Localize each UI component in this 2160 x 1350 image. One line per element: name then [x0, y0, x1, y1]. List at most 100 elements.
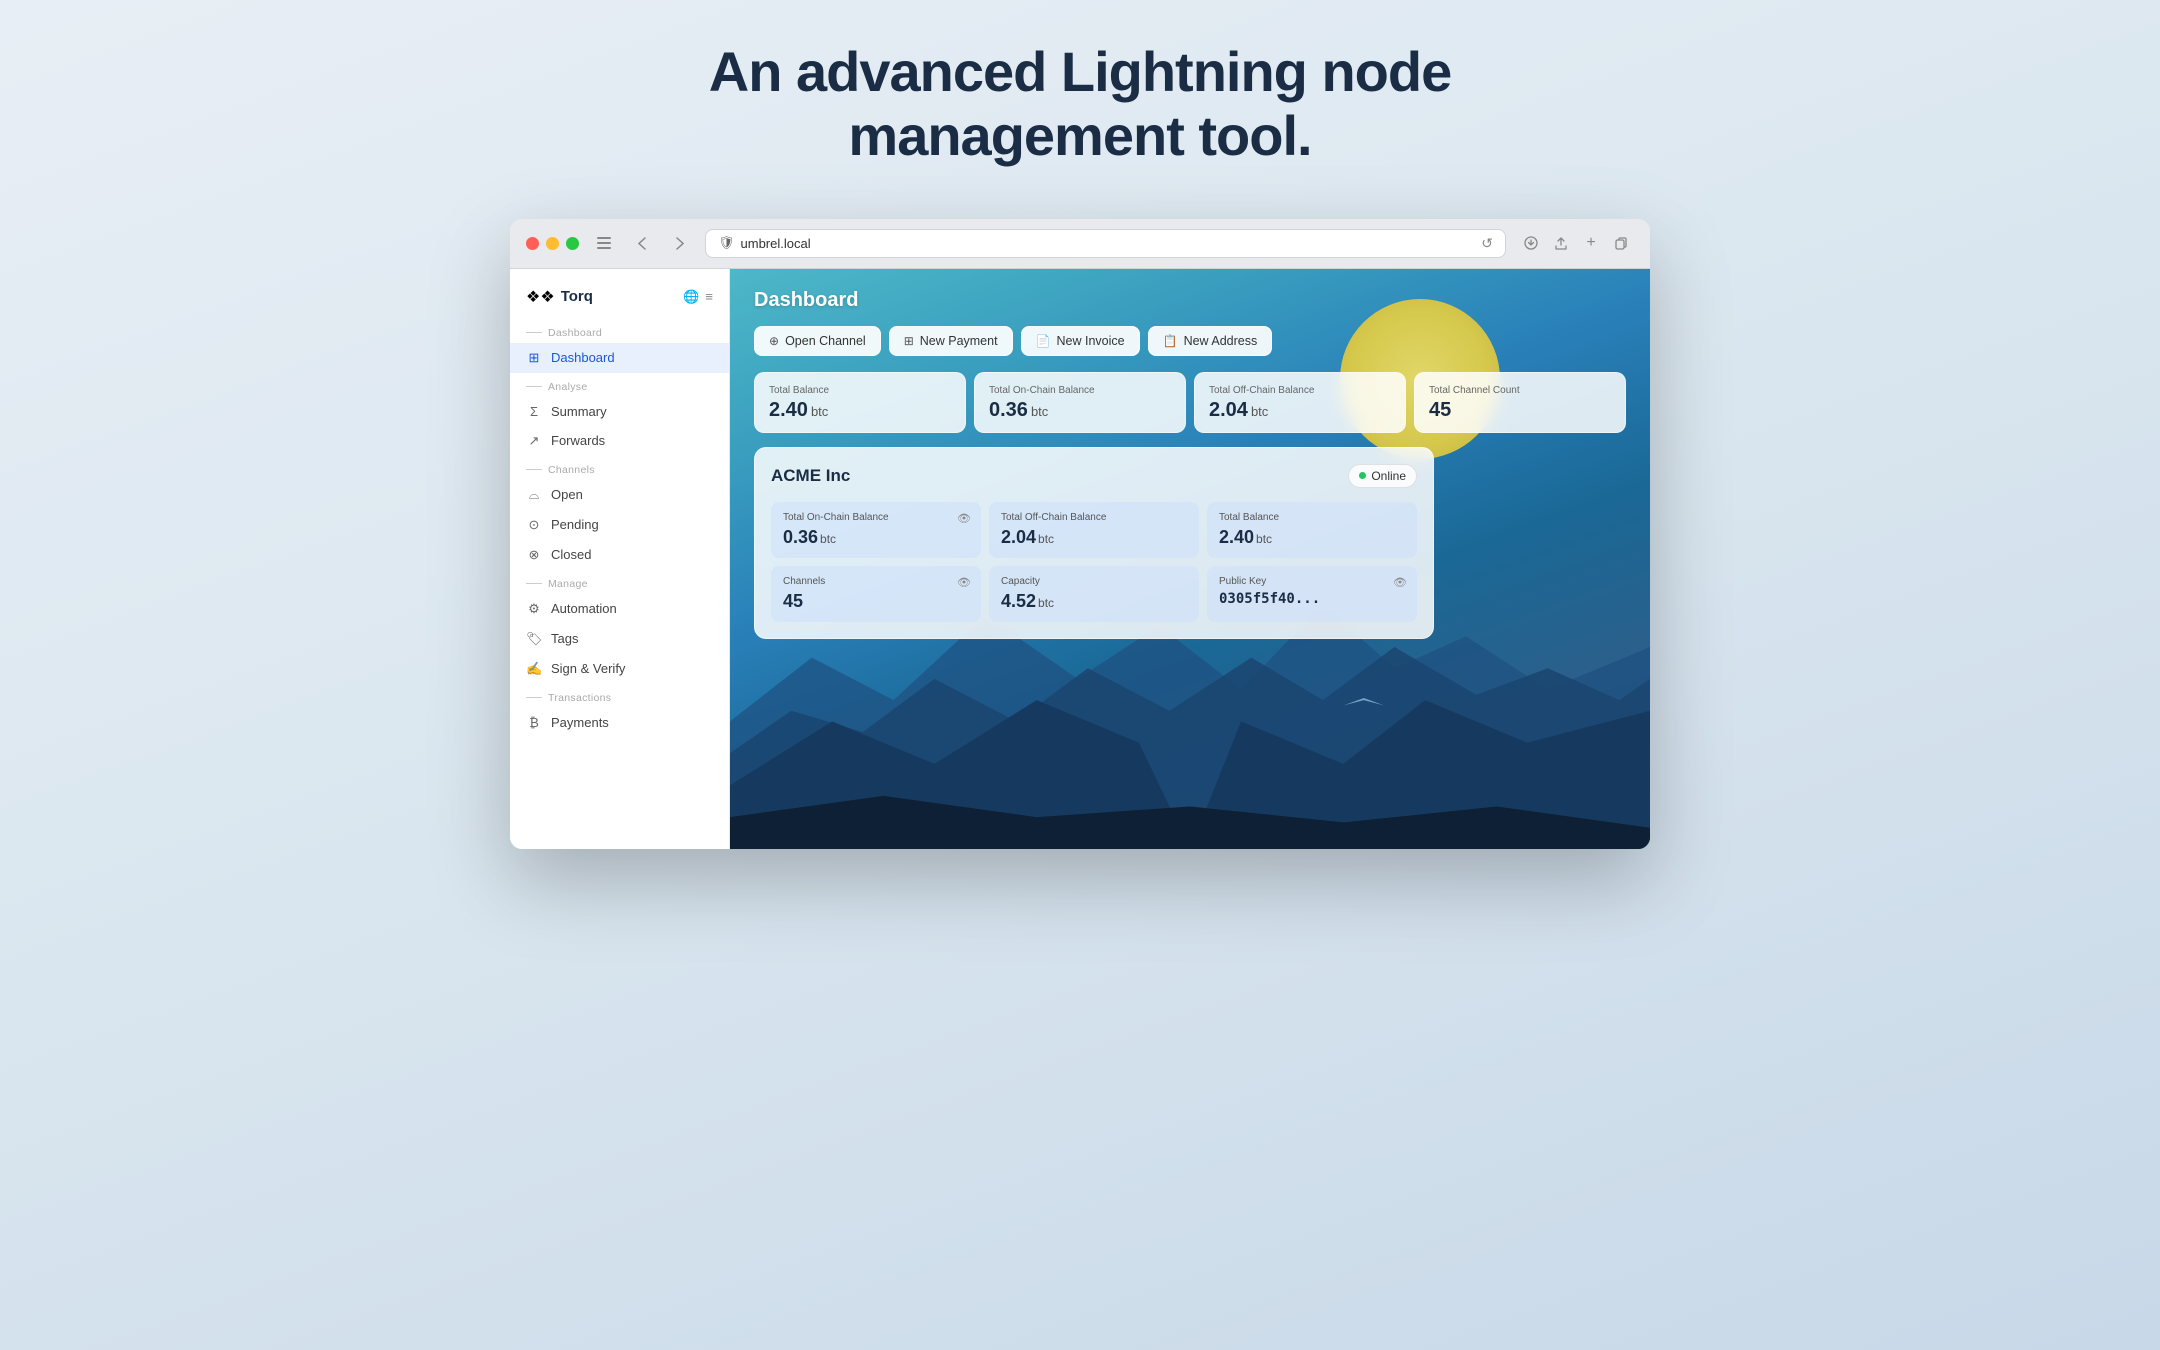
sidebar-item-closed[interactable]: ⊗ Closed	[510, 540, 729, 570]
node-name: ACME Inc	[771, 466, 850, 486]
new-address-btn-icon: 📋	[1163, 334, 1178, 348]
online-dot	[1359, 472, 1366, 479]
traffic-light-red[interactable]	[526, 237, 539, 250]
node-channels-label: Channels	[783, 576, 969, 587]
node-on-chain-label: Total On-Chain Balance	[783, 512, 969, 523]
node-channels-value: 45	[783, 591, 969, 612]
sidebar: ❖❖ Torq 🌐 ≡ Dashboard ⊞ Dashboard Analys…	[510, 269, 730, 849]
app-layout: ❖❖ Torq 🌐 ≡ Dashboard ⊞ Dashboard Analys…	[510, 269, 1650, 849]
menu-icon[interactable]: ≡	[705, 289, 713, 304]
automation-icon: ⚙	[526, 601, 542, 617]
hero-title: An advanced Lightning node management to…	[709, 40, 1451, 169]
traffic-light-yellow[interactable]	[546, 237, 559, 250]
sidebar-item-tags[interactable]: 🏷 Tags	[510, 624, 729, 654]
on-chain-balance-value: 0.36btc	[989, 400, 1171, 420]
node-capacity-card: Capacity 4.52btc	[989, 566, 1199, 622]
browser-right-icons: +	[1518, 230, 1634, 256]
node-balance-value: 2.40btc	[1219, 527, 1405, 548]
section-dashboard: Dashboard	[510, 319, 729, 343]
on-chain-eye-icon[interactable]: 👁	[957, 512, 971, 525]
back-btn[interactable]	[629, 230, 655, 256]
node-on-chain-card: Total On-Chain Balance 0.36btc 👁	[771, 502, 981, 558]
node-capacity-value: 4.52btc	[1001, 591, 1187, 612]
closed-icon: ⊗	[526, 547, 542, 563]
node-off-chain-value: 2.04btc	[1001, 527, 1187, 548]
summary-icon: Σ	[526, 404, 542, 419]
node-public-key-label: Public Key	[1219, 576, 1405, 587]
off-chain-balance-card: Total Off-Chain Balance 2.04btc	[1194, 372, 1406, 433]
sidebar-item-sign-verify[interactable]: ✍ Sign & Verify	[510, 654, 729, 684]
action-buttons: ⊕ Open Channel ⊞ New Payment 📄 New Invoi…	[754, 326, 1626, 356]
stats-row: Total Balance 2.40btc Total On-Chain Bal…	[754, 372, 1626, 433]
node-public-key-card: Public Key 0305f5f40... 👁	[1207, 566, 1417, 622]
forwards-icon: ↗	[526, 433, 542, 449]
total-balance-value: 2.40btc	[769, 400, 951, 420]
on-chain-balance-label: Total On-Chain Balance	[989, 385, 1171, 396]
pending-icon: ⊙	[526, 517, 542, 533]
channel-count-card: Total Channel Count 45	[1414, 372, 1626, 433]
payments-icon: ₿	[526, 715, 542, 730]
section-channels: Channels	[510, 456, 729, 480]
share-btn[interactable]	[1548, 230, 1574, 256]
total-balance-card: Total Balance 2.40btc	[754, 372, 966, 433]
reload-icon[interactable]: ↺	[1481, 235, 1493, 252]
new-invoice-btn-icon: 📄	[1036, 334, 1051, 348]
dashboard-panel: Dashboard ⊕ Open Channel ⊞ New Payment 📄…	[730, 269, 1650, 849]
dashboard-title: Dashboard	[754, 289, 1626, 312]
online-status: Online	[1371, 469, 1406, 483]
new-invoice-button[interactable]: 📄 New Invoice	[1021, 326, 1140, 356]
copy-btn[interactable]	[1608, 230, 1634, 256]
section-analyse: Analyse	[510, 373, 729, 397]
new-payment-btn-icon: ⊞	[904, 334, 914, 348]
traffic-lights	[526, 237, 579, 250]
forward-btn[interactable]	[667, 230, 693, 256]
address-bar[interactable]: 🛡 umbrel.local ↺	[705, 229, 1506, 258]
public-key-eye-icon[interactable]: 👁	[1393, 576, 1407, 589]
open-channel-button[interactable]: ⊕ Open Channel	[754, 326, 881, 356]
channel-count-label: Total Channel Count	[1429, 385, 1611, 396]
sidebar-item-summary[interactable]: Σ Summary	[510, 397, 729, 426]
open-channel-btn-icon: ⊕	[769, 334, 779, 348]
online-badge: Online	[1348, 464, 1417, 488]
new-address-button[interactable]: 📋 New Address	[1148, 326, 1273, 356]
new-tab-btn[interactable]: +	[1578, 230, 1604, 256]
node-balance-label: Total Balance	[1219, 512, 1405, 523]
node-capacity-label: Capacity	[1001, 576, 1187, 587]
channels-eye-icon[interactable]: 👁	[957, 576, 971, 589]
off-chain-balance-value: 2.04btc	[1209, 400, 1391, 420]
sidebar-item-dashboard[interactable]: ⊞ Dashboard	[510, 343, 729, 373]
download-btn[interactable]	[1518, 230, 1544, 256]
sidebar-logo: ❖❖ Torq 🌐 ≡	[510, 283, 729, 319]
node-stats-grid: Total On-Chain Balance 0.36btc 👁 Total O…	[771, 502, 1417, 622]
node-off-chain-card: Total Off-Chain Balance 2.04btc	[989, 502, 1199, 558]
node-on-chain-value: 0.36btc	[783, 527, 969, 548]
browser-window: 🛡 umbrel.local ↺ + ❖❖ Torq	[510, 219, 1650, 849]
sidebar-item-forwards[interactable]: ↗ Forwards	[510, 426, 729, 456]
logo-icon: ❖❖	[526, 287, 555, 307]
shield-icon: 🛡	[718, 235, 735, 251]
globe-icon[interactable]: 🌐	[683, 289, 699, 305]
node-header: ACME Inc Online	[771, 464, 1417, 488]
off-chain-balance-label: Total Off-Chain Balance	[1209, 385, 1391, 396]
total-balance-label: Total Balance	[769, 385, 951, 396]
section-transactions: Transactions	[510, 684, 729, 708]
sidebar-toggle-btn[interactable]	[591, 230, 617, 256]
url-text: umbrel.local	[741, 236, 811, 251]
node-off-chain-label: Total Off-Chain Balance	[1001, 512, 1187, 523]
sidebar-item-automation[interactable]: ⚙ Automation	[510, 594, 729, 624]
sidebar-item-pending[interactable]: ⊙ Pending	[510, 510, 729, 540]
traffic-light-green[interactable]	[566, 237, 579, 250]
logo-text: Torq	[561, 288, 593, 305]
channel-count-value: 45	[1429, 400, 1611, 420]
sidebar-item-open[interactable]: ⌓ Open	[510, 480, 729, 510]
tags-icon: 🏷	[526, 631, 542, 647]
section-manage: Manage	[510, 570, 729, 594]
new-payment-button[interactable]: ⊞ New Payment	[889, 326, 1013, 356]
node-public-key-value: 0305f5f40...	[1219, 591, 1405, 607]
node-channels-card: Channels 45 👁	[771, 566, 981, 622]
dashboard-icon: ⊞	[526, 350, 542, 366]
browser-toolbar: 🛡 umbrel.local ↺ +	[510, 219, 1650, 269]
node-balance-card: Total Balance 2.40btc	[1207, 502, 1417, 558]
sidebar-item-payments[interactable]: ₿ Payments	[510, 708, 729, 737]
node-card: ACME Inc Online Total On-Chain Balance 0…	[754, 447, 1434, 639]
